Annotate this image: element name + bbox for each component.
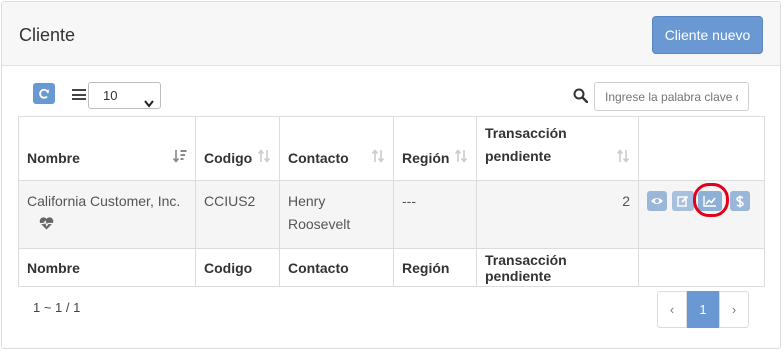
footer-region: Región	[393, 248, 477, 287]
analytics-button[interactable]	[698, 191, 722, 211]
refresh-icon	[39, 88, 49, 99]
list-icon[interactable]	[72, 89, 86, 100]
cell-actions	[638, 180, 765, 249]
next-page-button[interactable]: ›	[719, 291, 749, 328]
sort-icon	[454, 149, 468, 166]
page-title: Cliente	[19, 25, 76, 45]
search-icon	[573, 88, 589, 104]
search-input[interactable]	[594, 82, 749, 111]
footer-nombre: Nombre	[18, 248, 196, 287]
column-header-actions	[638, 116, 765, 181]
eye-icon	[651, 198, 663, 204]
column-header-region[interactable]: Región	[393, 116, 477, 181]
edit-button[interactable]	[672, 191, 694, 211]
cell-nombre: California Customer, Inc.	[18, 180, 196, 249]
column-header-nombre[interactable]: Nombre	[18, 116, 196, 181]
dollar-icon	[736, 195, 744, 207]
new-customer-button[interactable]: Cliente nuevo	[652, 16, 763, 54]
sort-icon	[616, 149, 630, 166]
sort-icon	[257, 149, 271, 166]
cell-contacto: Henry Roosevelt	[279, 180, 394, 249]
prev-page-button[interactable]: ‹	[657, 291, 687, 328]
panel-header: Cliente Cliente nuevo	[2, 2, 780, 66]
table-footer-row: Nombre Codigo Contacto Región Transacció…	[18, 248, 765, 287]
pagination: ‹ 1 ›	[657, 291, 749, 328]
chevron-down-icon	[144, 91, 154, 116]
sort-desc-icon	[172, 149, 187, 166]
edit-icon	[677, 195, 689, 207]
column-header-codigo[interactable]: Codigo	[195, 116, 280, 181]
sort-icon	[371, 149, 385, 166]
page-button-1[interactable]: 1	[687, 291, 719, 328]
heartbeat-icon[interactable]	[39, 214, 54, 237]
table-row[interactable]: California Customer, Inc. CCIUS2 Henry R…	[18, 180, 765, 249]
footer-contacto: Contacto	[279, 248, 394, 287]
cell-transaccion: 2	[476, 180, 639, 249]
footer-codigo: Codigo	[195, 248, 280, 287]
refresh-button[interactable]	[33, 83, 55, 104]
customer-table: Nombre Codigo Contacto Región Transacció…	[18, 116, 765, 287]
page-size-value: 10	[103, 88, 118, 103]
pagination-info: 1 ~ 1 / 1	[33, 300, 81, 315]
payment-button[interactable]	[730, 191, 750, 211]
column-header-contacto[interactable]: Contacto	[279, 116, 394, 181]
page-size-select[interactable]: 10	[88, 82, 161, 109]
footer-transaccion: Transacción pendiente	[476, 248, 639, 287]
view-button[interactable]	[647, 191, 667, 211]
footer-actions	[638, 248, 765, 287]
cell-codigo: CCIUS2	[195, 180, 280, 249]
chart-icon	[703, 196, 716, 207]
table-header-row: Nombre Codigo Contacto Región Transacció…	[18, 116, 765, 181]
column-header-transaccion[interactable]: Transacción pendiente	[476, 116, 639, 181]
cell-region: ---	[393, 180, 477, 249]
